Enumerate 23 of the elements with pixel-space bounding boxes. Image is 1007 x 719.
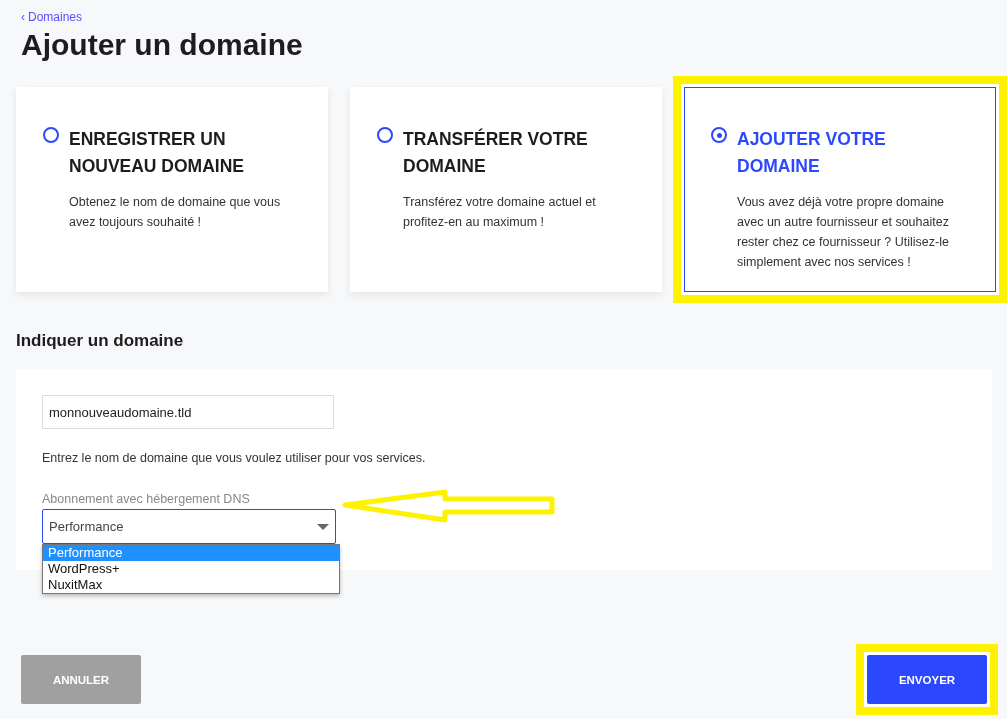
breadcrumb-link[interactable]: ‹ Domaines [21, 10, 83, 24]
option-card[interactable]: TRANSFÉRER VOTRE DOMAINE Transférez votre domaine actuel et profitez-en au maximum ! [350, 87, 662, 292]
card-description: Vous avez déjà votre propre domaine avec un autre fournisseur et souhaitez rester chez ce fournisseur ? Utilisez-le simplement avec nos services ! [737, 194, 950, 271]
card-description: Transférez votre domaine actuel et profitez-en au maximum ! [403, 194, 597, 231]
caret-icon [317, 523, 329, 530]
card-title: AJOUTER VOTRE DOMAINE [737, 128, 887, 178]
radio-button[interactable] [377, 127, 393, 143]
help-text: Entrez le nom de domaine que vous voulez utiliser pour vos services. [42, 451, 427, 465]
plan-select[interactable]: Performance [42, 509, 336, 544]
radio-button[interactable] [43, 127, 59, 143]
domain-input-field[interactable]: monnouveaudomaine.tld [42, 395, 334, 429]
section-title: Indiquer un domaine [16, 331, 185, 351]
option-card[interactable]: ENREGISTRER UN NOUVEAU DOMAINE Obtenez le nom de domaine que vous avez toujours souhaité ! [16, 87, 328, 292]
select-label: Abonnement avec hébergement DNS [42, 492, 251, 506]
page-title: Ajouter un domaine [21, 28, 304, 62]
dropdown-option[interactable]: WordPress+ [43, 561, 339, 577]
radio-button[interactable] [711, 127, 727, 143]
card-title: ENREGISTRER UN NOUVEAU DOMAINE [69, 128, 245, 178]
card-title: TRANSFÉRER VOTRE DOMAINE [403, 127, 589, 178]
option-card[interactable]: AJOUTER VOTRE DOMAINE Vous avez déjà votre propre domaine avec un autre fournisseur et souhaitez rester chez ce fournisseur ? Utilisez-le simplement avec nos services ! [684, 87, 996, 292]
card-description: Obtenez le nom de domaine que vous avez toujours souhaité ! [69, 194, 282, 231]
submit-button[interactable]: ENVOYER [867, 655, 987, 704]
dropdown-option[interactable]: NuxitMax [43, 577, 339, 593]
